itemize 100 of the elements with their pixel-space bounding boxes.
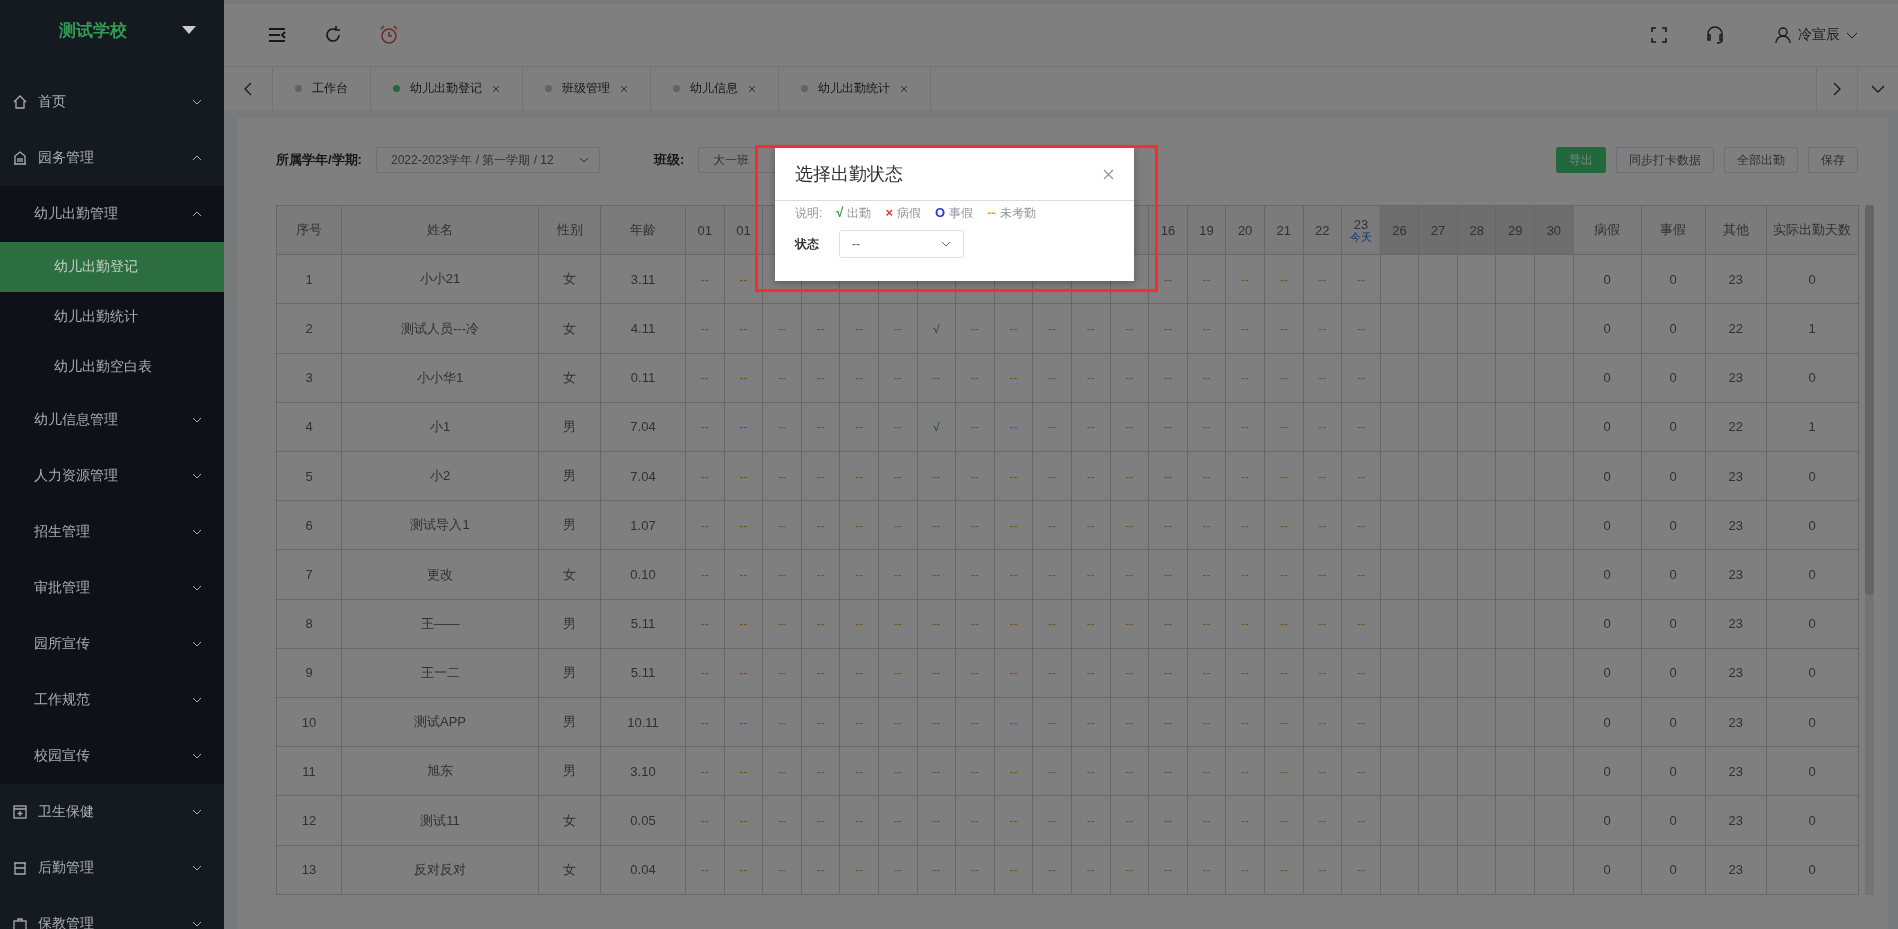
attendance-mark[interactable]: -- (1086, 617, 1095, 632)
close-icon[interactable] (1103, 168, 1114, 180)
attendance-mark[interactable]: -- (893, 715, 902, 730)
attendance-mark[interactable]: -- (700, 469, 709, 484)
attendance-mark[interactable]: -- (700, 764, 709, 779)
headset-icon[interactable] (1704, 24, 1726, 46)
attendance-mark[interactable]: -- (1202, 518, 1211, 533)
attendance-mark[interactable]: -- (855, 371, 864, 386)
menu-item[interactable]: 首页 (0, 74, 224, 130)
attendance-mark[interactable]: -- (1086, 371, 1095, 386)
page-tab[interactable]: 幼儿出勤统计 (779, 67, 931, 110)
attendance-mark[interactable]: -- (1125, 518, 1134, 533)
close-icon[interactable] (900, 84, 908, 93)
attendance-mark[interactable]: -- (1356, 666, 1365, 681)
attendance-mark[interactable]: -- (700, 518, 709, 533)
menu-item[interactable]: 园所宣传 (0, 616, 224, 672)
attendance-mark[interactable]: -- (1279, 617, 1288, 632)
attendance-mark[interactable]: -- (855, 322, 864, 336)
user-menu[interactable]: 冷宣辰 (1774, 26, 1858, 44)
attendance-mark[interactable]: -- (1202, 863, 1211, 878)
attendance-mark[interactable]: -- (816, 568, 825, 582)
attendance-mark[interactable]: -- (1318, 371, 1327, 386)
attendance-mark[interactable]: -- (1009, 764, 1018, 779)
fullscreen-icon[interactable] (1648, 24, 1670, 46)
attendance-mark[interactable]: -- (855, 863, 864, 878)
attendance-mark[interactable]: -- (893, 518, 902, 533)
attendance-mark[interactable]: -- (1163, 814, 1172, 829)
attendance-mark[interactable]: -- (893, 568, 902, 582)
menu-item[interactable]: 幼儿信息管理 (0, 392, 224, 448)
attendance-mark[interactable]: -- (1241, 322, 1250, 336)
attendance-mark[interactable]: -- (932, 863, 941, 878)
attendance-mark[interactable]: -- (970, 568, 979, 582)
attendance-mark[interactable]: -- (1356, 518, 1365, 533)
attendance-mark[interactable]: -- (1279, 666, 1288, 681)
attendance-mark[interactable]: -- (1086, 715, 1095, 730)
alarm-clock-icon[interactable] (378, 24, 400, 46)
attendance-mark[interactable]: -- (855, 764, 864, 779)
attendance-mark[interactable]: -- (1279, 814, 1288, 829)
attendance-mark[interactable]: -- (1009, 617, 1018, 632)
attendance-mark[interactable]: -- (932, 814, 941, 829)
action-button[interactable]: 全部出勤 (1724, 147, 1798, 173)
attendance-mark[interactable]: -- (1009, 863, 1018, 878)
attendance-mark[interactable]: -- (893, 371, 902, 386)
attendance-mark[interactable]: -- (1356, 371, 1365, 386)
attendance-mark[interactable]: -- (1009, 666, 1018, 681)
attendance-mark[interactable]: -- (1086, 469, 1095, 484)
attendance-mark[interactable]: -- (932, 371, 941, 386)
attendance-mark[interactable]: -- (1318, 617, 1327, 632)
attendance-mark[interactable]: -- (1318, 568, 1327, 582)
attendance-mark[interactable]: -- (1086, 420, 1095, 435)
attendance-mark[interactable]: -- (970, 814, 979, 829)
attendance-mark[interactable]: -- (893, 863, 902, 878)
attendance-mark[interactable]: -- (816, 863, 825, 878)
attendance-mark[interactable]: -- (739, 863, 748, 878)
attendance-mark[interactable]: -- (1279, 715, 1288, 730)
attendance-mark[interactable]: -- (1318, 518, 1327, 533)
attendance-mark[interactable]: -- (1279, 469, 1288, 484)
attendance-mark[interactable]: -- (1163, 420, 1172, 435)
attendance-mark[interactable]: -- (739, 764, 748, 779)
attendance-mark[interactable]: -- (1318, 814, 1327, 829)
attendance-mark[interactable]: -- (1318, 666, 1327, 681)
attendance-mark[interactable]: -- (1125, 764, 1134, 779)
attendance-mark[interactable]: -- (700, 863, 709, 878)
attendance-mark[interactable]: -- (1163, 568, 1172, 582)
attendance-mark[interactable]: -- (778, 568, 786, 582)
attendance-mark[interactable]: -- (778, 863, 786, 878)
attendance-mark[interactable]: -- (1048, 814, 1057, 829)
attendance-mark[interactable]: -- (778, 322, 786, 336)
attendance-mark[interactable]: -- (1356, 568, 1365, 582)
attendance-mark[interactable]: -- (1086, 322, 1095, 336)
attendance-mark[interactable]: -- (932, 568, 941, 582)
attendance-mark[interactable]: -- (1163, 469, 1172, 484)
attendance-mark[interactable]: -- (970, 666, 979, 681)
attendance-mark[interactable]: -- (1086, 814, 1095, 829)
close-icon[interactable] (620, 84, 628, 93)
attendance-mark[interactable]: -- (1163, 715, 1172, 730)
attendance-mark[interactable]: -- (1356, 420, 1365, 435)
attendance-mark[interactable]: -- (1202, 322, 1211, 336)
attendance-mark[interactable]: -- (1009, 420, 1018, 435)
attendance-mark[interactable]: -- (700, 420, 709, 435)
menu-item[interactable]: 人力资源管理 (0, 448, 224, 504)
close-icon[interactable] (748, 84, 756, 93)
attendance-mark[interactable]: -- (1356, 322, 1365, 336)
attendance-mark[interactable]: -- (778, 666, 786, 681)
attendance-mark[interactable]: -- (1202, 666, 1211, 681)
attendance-mark[interactable]: -- (855, 715, 864, 730)
attendance-mark[interactable]: -- (1048, 469, 1057, 484)
attendance-mark[interactable]: -- (1163, 863, 1172, 878)
attendance-mark[interactable]: -- (932, 715, 941, 730)
attendance-mark[interactable]: -- (1279, 568, 1288, 582)
attendance-mark[interactable]: -- (1125, 469, 1134, 484)
attendance-mark[interactable]: -- (1048, 568, 1057, 582)
attendance-mark[interactable]: -- (739, 666, 748, 681)
attendance-mark[interactable]: -- (816, 764, 825, 779)
attendance-mark[interactable]: -- (1279, 420, 1288, 435)
attendance-mark[interactable]: -- (739, 568, 748, 582)
attendance-mark[interactable]: -- (1048, 863, 1057, 878)
attendance-mark[interactable]: -- (970, 518, 979, 533)
attendance-mark[interactable]: -- (1318, 420, 1327, 435)
attendance-mark[interactable]: -- (700, 814, 709, 829)
